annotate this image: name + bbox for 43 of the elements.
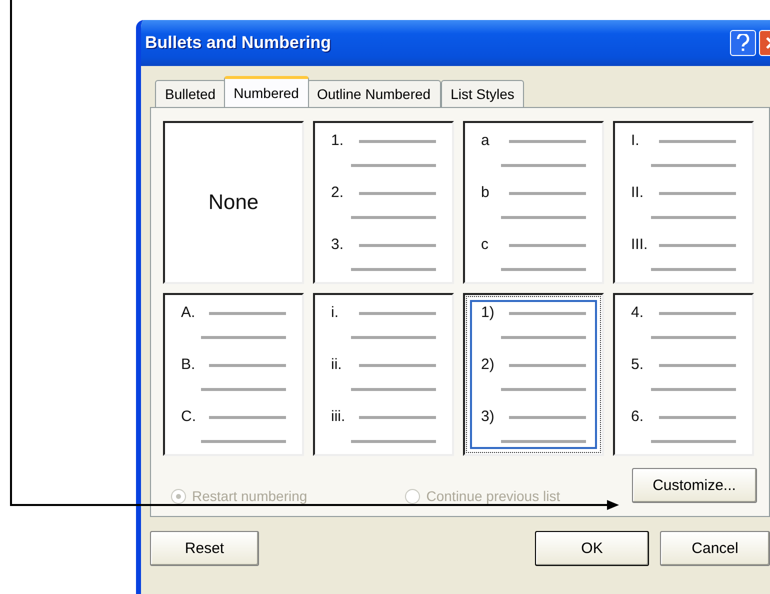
customize-button[interactable]: Customize... <box>632 468 757 502</box>
tab[interactable]: Bulleted <box>155 80 226 107</box>
list-marker: c <box>481 238 490 252</box>
numbering-style-option[interactable]: I. II. III. <box>613 121 754 284</box>
numbering-style-option[interactable]: 1. 2. 3. <box>313 121 454 284</box>
list-marker: ii. <box>331 358 343 372</box>
dialog-button[interactable]: Reset <box>150 531 259 566</box>
list-marker: C. <box>181 410 197 424</box>
tab[interactable]: Numbered <box>224 76 309 107</box>
help-icon <box>736 34 750 52</box>
list-marker: i. <box>331 306 340 320</box>
list-marker: a <box>481 134 490 148</box>
radio-label: Continue previous list <box>426 488 560 504</box>
tab[interactable]: List Styles <box>440 80 524 107</box>
list-marker: 1) <box>481 306 496 320</box>
none-label: None <box>208 190 259 214</box>
help-button[interactable] <box>730 30 756 56</box>
list-marker: iii. <box>331 410 346 424</box>
list-marker: b <box>481 186 490 200</box>
dialog-button[interactable]: OK <box>535 531 649 566</box>
list-marker: 2. <box>331 186 345 200</box>
numbering-style-option[interactable]: None <box>163 121 304 284</box>
list-marker: 3. <box>331 238 345 252</box>
list-marker: 2) <box>481 358 496 372</box>
numbering-style-option[interactable]: A. B. C. <box>163 293 304 456</box>
dialog-button[interactable]: Cancel <box>660 531 770 566</box>
list-marker: III. <box>631 238 649 252</box>
list-marker: 5. <box>631 358 645 372</box>
list-marker: II. <box>631 186 645 200</box>
list-marker: 6. <box>631 410 645 424</box>
numbering-style-option[interactable]: 1) 2) 3) <box>463 293 604 456</box>
list-marker: I. <box>631 134 640 148</box>
list-marker: A. <box>181 306 196 320</box>
numbering-style-option[interactable]: 4. 5. 6. <box>613 293 754 456</box>
window-title: Bullets and Numbering <box>145 33 332 53</box>
tab[interactable]: Outline Numbered <box>306 80 441 107</box>
numbering-style-option[interactable]: a b c <box>463 121 604 284</box>
list-marker: 3) <box>481 410 496 424</box>
list-marker: 1. <box>331 134 345 148</box>
list-marker: B. <box>181 358 196 372</box>
radio-label: Restart numbering <box>192 488 308 504</box>
list-marker: 4. <box>631 306 645 320</box>
numbering-style-option[interactable]: i. ii. iii. <box>313 293 454 456</box>
